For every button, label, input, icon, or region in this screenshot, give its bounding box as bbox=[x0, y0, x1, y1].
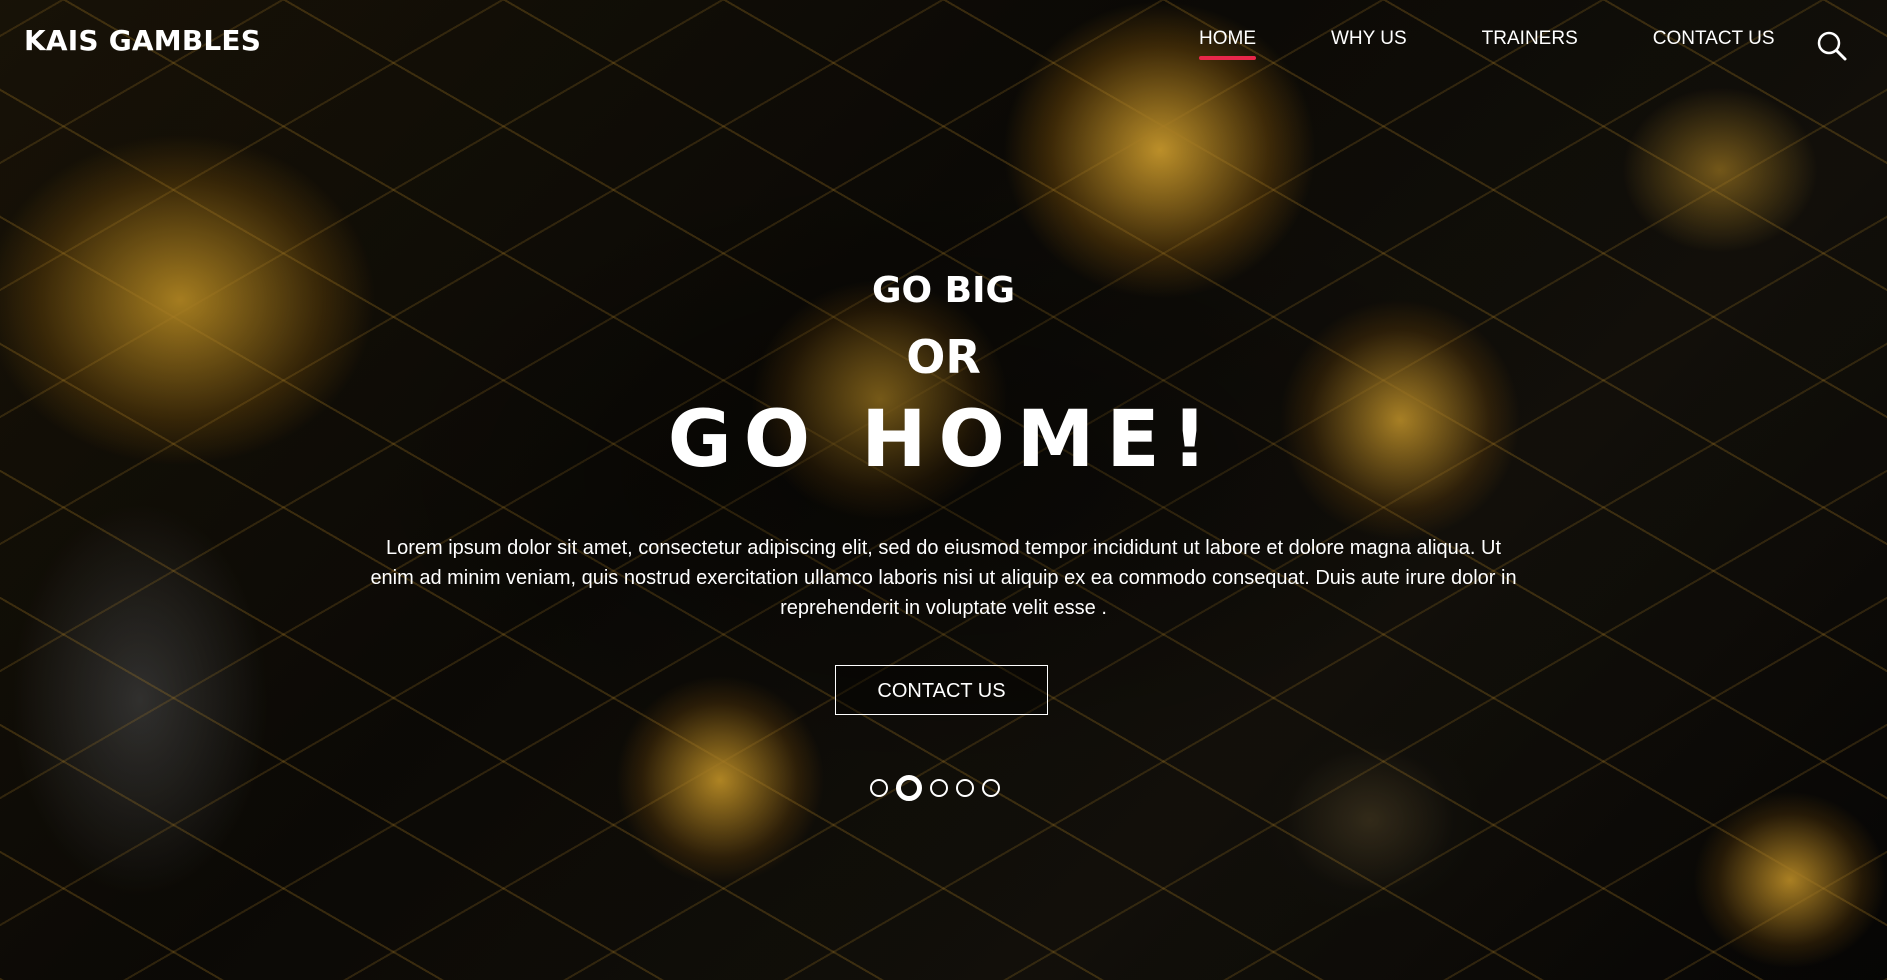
nav-contact-us[interactable]: CONTACT US bbox=[1653, 28, 1775, 60]
nav-why-us[interactable]: WHY US bbox=[1331, 28, 1407, 60]
hero-description: Lorem ipsum dolor sit amet, consectetur … bbox=[370, 537, 1517, 619]
carousel-dot-4[interactable] bbox=[956, 779, 974, 797]
brand-logo[interactable]: KAIS GAMBLES bbox=[24, 24, 261, 57]
carousel-dot-5[interactable] bbox=[982, 779, 1000, 797]
nav-home[interactable]: HOME bbox=[1199, 28, 1256, 60]
site-header: KAIS GAMBLES HOME WHY US TRAINERS CONTAC… bbox=[0, 0, 1887, 84]
hero-line-or: OR bbox=[906, 330, 981, 384]
search-icon bbox=[1817, 31, 1847, 61]
hero-banner: KAIS GAMBLES HOME WHY US TRAINERS CONTAC… bbox=[0, 0, 1887, 980]
hero-headline: GO HOME! bbox=[667, 395, 1220, 485]
carousel-dot-1[interactable] bbox=[870, 779, 888, 797]
carousel-dot-2[interactable] bbox=[896, 775, 922, 801]
carousel-dot-3[interactable] bbox=[930, 779, 948, 797]
contact-us-button[interactable]: CONTACT US bbox=[835, 665, 1048, 715]
search-button[interactable] bbox=[1816, 30, 1848, 62]
main-nav: HOME WHY US TRAINERS CONTACT US bbox=[1199, 28, 1775, 60]
background-shade bbox=[0, 0, 1887, 980]
nav-trainers[interactable]: TRAINERS bbox=[1482, 28, 1578, 60]
hero-line-go-big: GO BIG bbox=[871, 270, 1016, 311]
background-image bbox=[0, 0, 1887, 980]
carousel-indicators bbox=[870, 775, 1000, 801]
